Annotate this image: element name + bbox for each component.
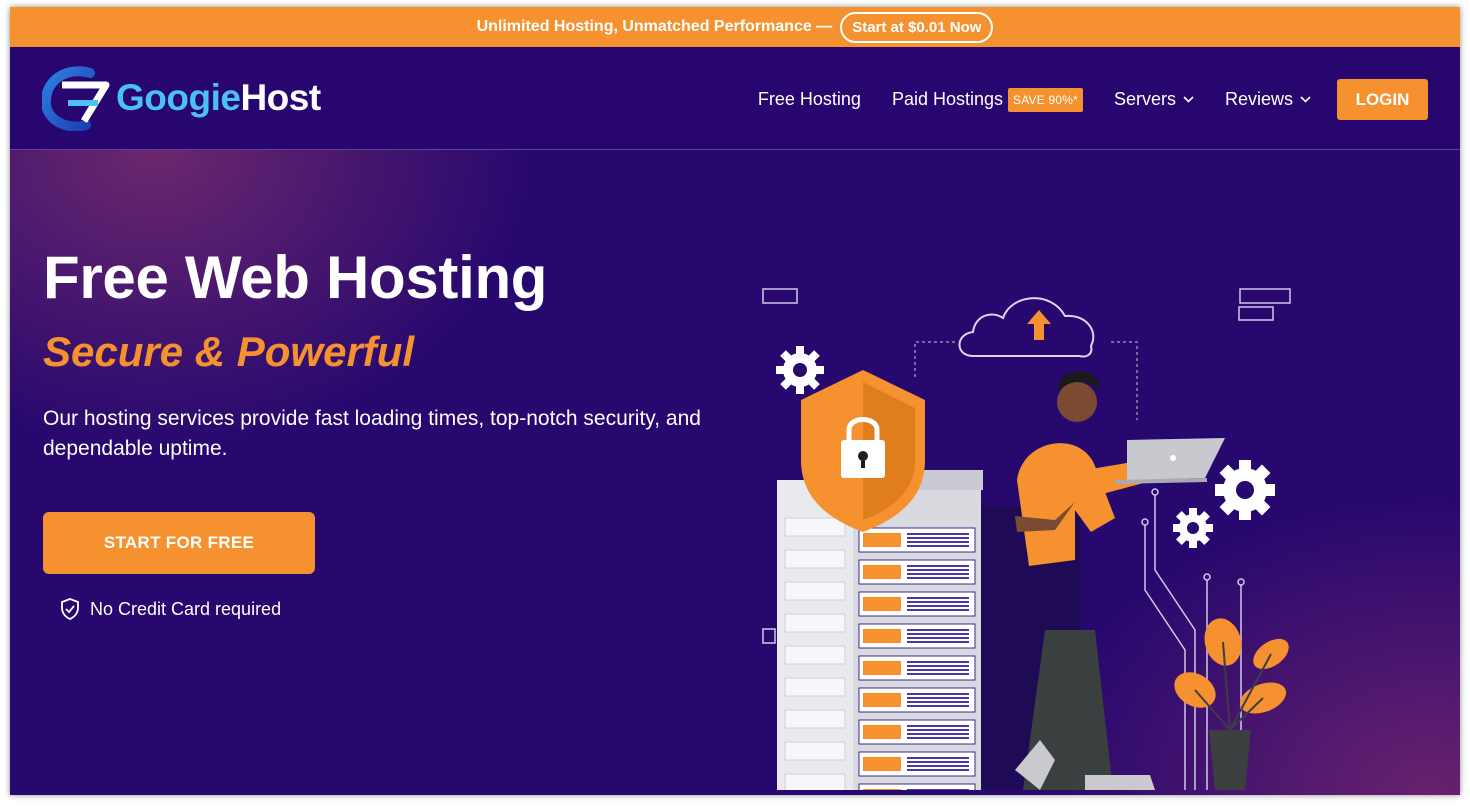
- server-led-panel: [863, 533, 901, 547]
- nav-reviews[interactable]: Reviews: [1225, 89, 1311, 110]
- server-vent-line: [907, 673, 969, 675]
- hero-title: Free Web Hosting: [43, 244, 548, 311]
- server-vent-line: [907, 789, 969, 790]
- server-led-panel: [863, 661, 901, 675]
- server-vent-line: [907, 597, 969, 599]
- nav-paid-hostings[interactable]: Paid Hostings SAVE 90%*: [891, 87, 1083, 112]
- server-vent-line: [907, 629, 969, 631]
- server-slot: [784, 549, 846, 569]
- server-vent-line: [907, 605, 969, 607]
- save-badge: SAVE 90%*: [1008, 87, 1083, 112]
- server-led-panel: [863, 597, 901, 611]
- server-slot: [784, 741, 846, 761]
- server-led-panel: [863, 725, 901, 739]
- server-vent-line: [907, 701, 969, 703]
- server-slot: [784, 581, 846, 601]
- logo-text-googie: Googie: [116, 77, 241, 118]
- site-header: GoogieHost Free Hosting Paid Hostings SA…: [10, 47, 1460, 150]
- no-credit-card-note: No Credit Card required: [60, 598, 281, 620]
- server-slot: [784, 517, 846, 537]
- server-vent-line: [907, 573, 969, 575]
- server-vent-line: [907, 545, 969, 547]
- server-vent-line: [907, 641, 969, 643]
- cloud-upload-icon: [958, 297, 1095, 358]
- server-vent-line: [907, 665, 969, 667]
- server-vent-line: [907, 761, 969, 763]
- shield-check-icon: [61, 598, 79, 620]
- gear-icon: [1173, 508, 1213, 548]
- server-vent-line: [907, 569, 969, 571]
- server-vent-line: [907, 733, 969, 735]
- plant-icon: [1174, 618, 1289, 790]
- server-led-panel: [863, 629, 901, 643]
- server-vent-line: [907, 601, 969, 603]
- hero-subtitle: Secure & Powerful: [43, 328, 415, 375]
- googiehost-logo-icon: [42, 66, 110, 131]
- server-vent-line: [907, 697, 969, 699]
- server-slot: [784, 773, 846, 790]
- promo-text: Unlimited Hosting, Unmatched Performance…: [476, 18, 833, 35]
- server-slot: [784, 645, 846, 665]
- gear-icon: [1215, 460, 1275, 520]
- browser-page: Unlimited Hosting, Unmatched Performance…: [10, 7, 1460, 795]
- site-logo[interactable]: GoogieHost: [42, 65, 321, 131]
- server-vent-line: [907, 729, 969, 731]
- server-vent-line: [907, 661, 969, 663]
- server-vent-line: [907, 705, 969, 707]
- server-vent-line: [907, 541, 969, 543]
- login-button[interactable]: LOGIN: [1337, 79, 1428, 120]
- hero-section: Free Web Hosting Secure & Powerful Our h…: [10, 150, 1460, 795]
- chevron-down-icon: [1183, 96, 1194, 103]
- server-vent-line: [907, 669, 969, 671]
- server-led-panel: [863, 789, 901, 790]
- note-text: No Credit Card required: [90, 598, 282, 619]
- gear-icon: [776, 346, 824, 394]
- logo-text-host: Host: [240, 77, 321, 118]
- server-vent-line: [907, 609, 969, 611]
- hosting-illustration: [762, 288, 1291, 790]
- server-vent-line: [907, 577, 969, 579]
- nav-label: Paid Hostings: [891, 89, 1003, 109]
- server-vent-line: [907, 757, 969, 759]
- nav-label: Free Hosting: [757, 89, 861, 109]
- nav-label: Servers: [1113, 89, 1176, 109]
- server-vent-line: [907, 693, 969, 695]
- server-led-panel: [863, 693, 901, 707]
- server-vent-line: [907, 537, 969, 539]
- server-vent-line: [907, 633, 969, 635]
- chevron-down-icon: [1300, 96, 1311, 103]
- server-led-panel: [863, 757, 901, 771]
- server-vent-line: [907, 533, 969, 535]
- server-vent-line: [907, 737, 969, 739]
- hero-description: Our hosting services provide fast loadin…: [43, 407, 701, 460]
- server-vent-line: [907, 769, 969, 771]
- server-vent-line: [907, 565, 969, 567]
- promo-bar: Unlimited Hosting, Unmatched Performance…: [10, 7, 1460, 47]
- main-nav: Free Hosting Paid Hostings SAVE 90%* Ser…: [727, 79, 1428, 120]
- nav-free-hosting[interactable]: Free Hosting: [758, 89, 861, 110]
- server-vent-line: [907, 637, 969, 639]
- promo-cta-button[interactable]: Start at $0.01 Now: [840, 11, 994, 43]
- start-for-free-button[interactable]: START FOR FREE: [43, 512, 315, 574]
- server-slot: [784, 709, 846, 729]
- server-slot: [784, 677, 846, 697]
- server-slot: [784, 613, 846, 633]
- server-vent-line: [907, 725, 969, 727]
- nav-servers[interactable]: Servers: [1114, 89, 1194, 110]
- nav-label: Reviews: [1224, 89, 1293, 109]
- server-vent-line: [907, 765, 969, 767]
- server-led-panel: [863, 565, 901, 579]
